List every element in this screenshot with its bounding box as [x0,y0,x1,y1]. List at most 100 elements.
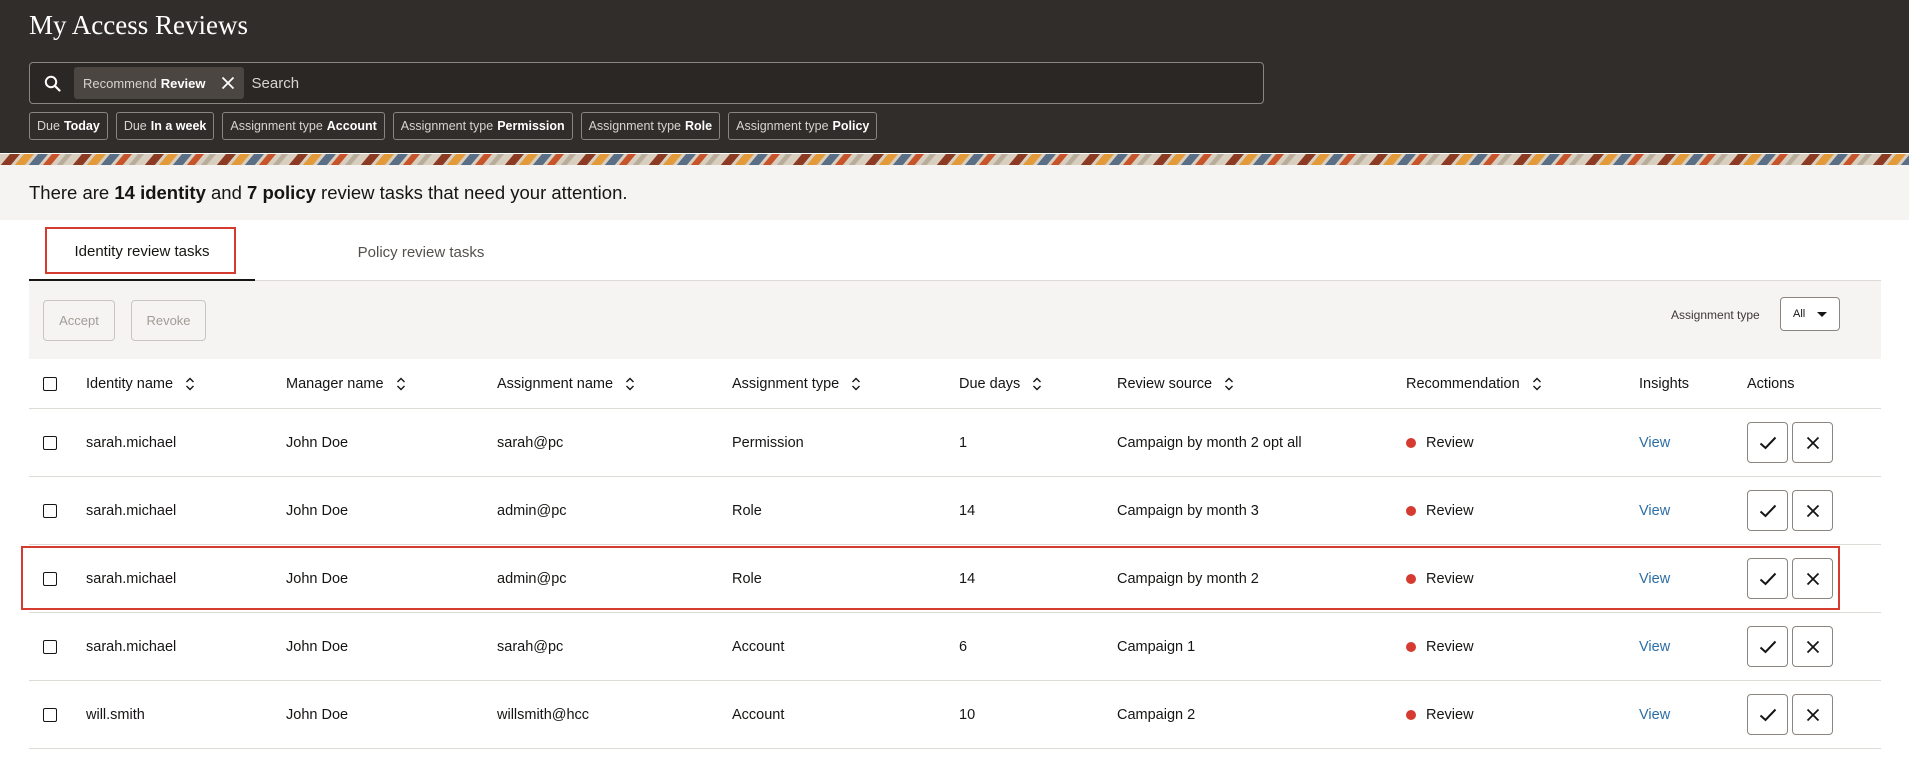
accept-row-button[interactable] [1747,490,1788,531]
close-icon [1806,504,1819,517]
row-select-cell [43,545,57,612]
recommendation-cell: Review [1406,409,1474,476]
decorative-banner [0,153,1909,165]
checkmark-icon [1759,572,1776,585]
filter-type-account[interactable]: Assignment type Account [222,112,385,140]
accept-row-button[interactable] [1747,694,1788,735]
actions-cell [1747,409,1833,476]
assignment-name-cell: willsmith@hcc [497,706,590,723]
row-select-cell [43,681,57,748]
close-icon[interactable] [212,67,244,99]
revoke-button[interactable]: Revoke [131,300,206,341]
col-assignment-name[interactable]: Assignment name [497,359,635,408]
assignment-type-cell: Role [732,570,762,587]
table-row: sarah.michael John Doe admin@pc Role 14 Campa… [29,545,1881,613]
close-icon [1806,436,1819,449]
sort-icon[interactable] [396,377,406,391]
view-insights-link[interactable]: View [1639,707,1670,723]
filter-key: Assignment type [736,119,829,133]
assignment-type-value: All [1793,308,1806,320]
table-row: sarah.michael John Doe sarah@pc Permission 1… [29,409,1881,477]
review-source-cell: Campaign by month 2 [1117,570,1259,587]
col-assignment-type[interactable]: Assignment type [732,359,861,408]
col-label: Assignment name [497,375,614,392]
actions-cell [1747,681,1833,748]
row-checkbox[interactable] [43,503,57,518]
assignment-type-select[interactable]: All [1780,297,1840,331]
due-days-cell: 14 [959,502,976,519]
assignment-name-cell: admin@pc [497,570,567,587]
manager-name-cell: John Doe [286,434,349,451]
col-manager-name[interactable]: Manager name [286,359,406,408]
recommendation-cell: Review [1406,681,1474,748]
status-dot-icon [1406,505,1416,516]
revoke-row-button[interactable] [1792,558,1833,599]
sort-icon[interactable] [851,377,861,391]
close-icon [1806,708,1819,721]
col-label: Identity name [86,375,174,392]
revoke-row-button[interactable] [1792,626,1833,667]
recommendation-label: Review [1426,502,1474,519]
chip-value: Review [160,75,206,91]
accept-row-button[interactable] [1747,422,1788,463]
sort-icon[interactable] [185,377,195,391]
sort-icon[interactable] [625,377,635,391]
search-icon[interactable] [30,63,74,103]
row-checkbox[interactable] [43,707,57,722]
revoke-row-button[interactable] [1792,694,1833,735]
view-insights-link[interactable]: View [1639,639,1670,655]
col-label: Due days [959,375,1021,392]
summary-bar: There are 14 identity and 7 policy revie… [0,165,1909,220]
filter-type-permission[interactable]: Assignment type Permission [392,112,573,140]
col-review-source[interactable]: Review source [1117,359,1234,408]
row-select-cell [43,477,57,544]
col-identity-name[interactable]: Identity name [86,359,195,408]
col-due-days[interactable]: Due days [959,359,1042,408]
recommendation-label: Review [1426,706,1474,723]
filter-chip-recommend: Recommend Review [74,67,244,99]
search-bar[interactable]: Recommend Review [29,62,1264,104]
manager-name-cell: John Doe [286,706,349,723]
select-all-checkbox[interactable] [43,376,57,391]
accept-row-button[interactable] [1747,558,1788,599]
chip-key: Recommend [83,75,157,91]
search-input[interactable] [243,64,1263,102]
identity-name-cell: sarah.michael [86,570,177,587]
filter-due-today[interactable]: Due Today [29,112,108,140]
filter-type-policy[interactable]: Assignment type Policy [728,112,878,140]
tab-identity-review-tasks[interactable]: Identity review tasks [29,224,255,281]
row-select-cell [43,409,57,476]
row-checkbox[interactable] [43,571,57,586]
revoke-row-button[interactable] [1792,422,1833,463]
filter-value: Today [63,119,100,133]
col-label: Recommendation [1406,375,1520,392]
checkmark-icon [1759,708,1776,721]
accept-button[interactable]: Accept [43,300,115,341]
view-insights-link[interactable]: View [1639,503,1670,519]
view-insights-link[interactable]: View [1639,571,1670,587]
row-checkbox[interactable] [43,639,57,654]
status-dot-icon [1406,573,1416,584]
revoke-row-button[interactable] [1792,490,1833,531]
insights-cell: View [1639,545,1670,612]
review-source-cell: Campaign 2 [1117,706,1196,723]
filter-key: Assignment type [400,119,494,133]
policy-count: 7 policy [247,182,316,203]
sort-icon[interactable] [1032,377,1042,391]
filter-due-week[interactable]: Due In a week [115,112,215,140]
filter-type-role[interactable]: Assignment type Role [580,112,721,140]
sort-icon[interactable] [1532,377,1542,391]
status-dot-icon [1406,709,1416,720]
page-title: My Access Reviews [29,10,248,40]
accept-row-button[interactable] [1747,626,1788,667]
row-checkbox[interactable] [43,435,57,450]
sort-icon[interactable] [1224,377,1234,391]
review-source-cell: Campaign by month 3 [1117,502,1259,519]
review-source-cell: Campaign 1 [1117,638,1196,655]
tab-policy-review-tasks[interactable]: Policy review tasks [291,224,551,281]
view-insights-link[interactable]: View [1639,435,1670,451]
assignment-type-cell: Account [732,638,785,655]
insights-cell: View [1639,681,1670,748]
recommendation-label: Review [1426,638,1474,655]
col-recommendation[interactable]: Recommendation [1406,359,1542,408]
